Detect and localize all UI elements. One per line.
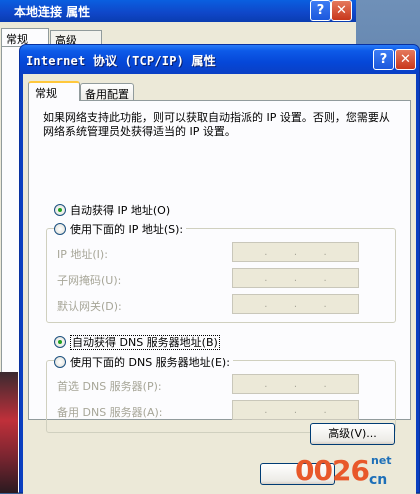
- radio-obtain-dns-auto[interactable]: 自动获得 DNS 服务器地址(B): [54, 334, 220, 350]
- general-tab-panel: 如果网络支持此功能，则可以获取自动指派的 IP 设置。否则，您需要从网络系统管理…: [28, 100, 411, 433]
- preferred-dns-input[interactable]: ...: [232, 374, 359, 394]
- radio-obtain-dns-auto-label: 自动获得 DNS 服务器地址(B): [70, 335, 220, 350]
- radio-use-ip-label: 使用下面的 IP 地址(S):: [70, 223, 184, 236]
- ip-address-input[interactable]: ...: [232, 242, 359, 262]
- advanced-button[interactable]: 高级(V)...: [310, 423, 395, 445]
- close-button[interactable]: ✕: [395, 49, 416, 70]
- tab-general[interactable]: 常规: [28, 81, 80, 101]
- dialog-titlebar[interactable]: Internet 协议 (TCP/IP) 属性 ? ✕: [20, 45, 419, 74]
- background-window-title: 本地连接 属性: [14, 5, 91, 19]
- radio-use-dns-label: 使用下面的 DNS 服务器地址(E):: [70, 356, 230, 369]
- radio-unselected-icon: [54, 356, 66, 368]
- background-image-strip: [0, 372, 18, 493]
- watermark-digits: 0026: [295, 454, 370, 487]
- site-watermark-logo: 0026 net cn: [295, 452, 420, 493]
- alternate-dns-label: 备用 DNS 服务器(A):: [57, 406, 163, 419]
- alternate-dns-input[interactable]: ...: [232, 400, 359, 420]
- dialog-client-area: 常规 备用配置 如果网络支持此功能，则可以获取自动指派的 IP 设置。否则，您需…: [23, 74, 416, 494]
- subnet-mask-label: 子网掩码(U):: [57, 274, 122, 287]
- help-button[interactable]: ?: [373, 49, 394, 70]
- radio-selected-icon: [54, 336, 66, 348]
- radio-use-ip[interactable]: 使用下面的 IP 地址(S):: [54, 221, 187, 237]
- background-close-button[interactable]: ✕: [331, 0, 352, 21]
- radio-selected-icon: [54, 204, 66, 216]
- default-gateway-label: 默认网关(D):: [57, 300, 122, 313]
- subnet-mask-input[interactable]: ...: [232, 268, 359, 288]
- ip-address-label: IP 地址(I):: [57, 248, 108, 261]
- radio-use-dns[interactable]: 使用下面的 DNS 服务器地址(E):: [54, 354, 233, 370]
- watermark-net: net: [371, 454, 392, 467]
- default-gateway-input[interactable]: ...: [232, 294, 359, 314]
- radio-obtain-ip-auto-label: 自动获得 IP 地址(O): [70, 204, 171, 217]
- watermark-cn: cn: [369, 472, 388, 488]
- radio-unselected-icon: [54, 223, 66, 235]
- intro-text: 如果网络支持此功能，则可以获取自动指派的 IP 设置。否则，您需要从网络系统管理…: [43, 111, 390, 138]
- radio-obtain-ip-auto[interactable]: 自动获得 IP 地址(O): [54, 202, 170, 218]
- preferred-dns-label: 首选 DNS 服务器(P):: [57, 380, 162, 393]
- background-help-button[interactable]: ?: [310, 0, 331, 21]
- background-window-titlebar[interactable]: 本地连接 属性 ? ✕: [0, 0, 356, 22]
- tcpip-properties-dialog: Internet 协议 (TCP/IP) 属性 ? ✕ 常规 备用配置 如果网络…: [19, 44, 420, 494]
- dialog-title: Internet 协议 (TCP/IP) 属性: [26, 54, 216, 68]
- tab-alternate-configuration[interactable]: 备用配置: [80, 83, 134, 101]
